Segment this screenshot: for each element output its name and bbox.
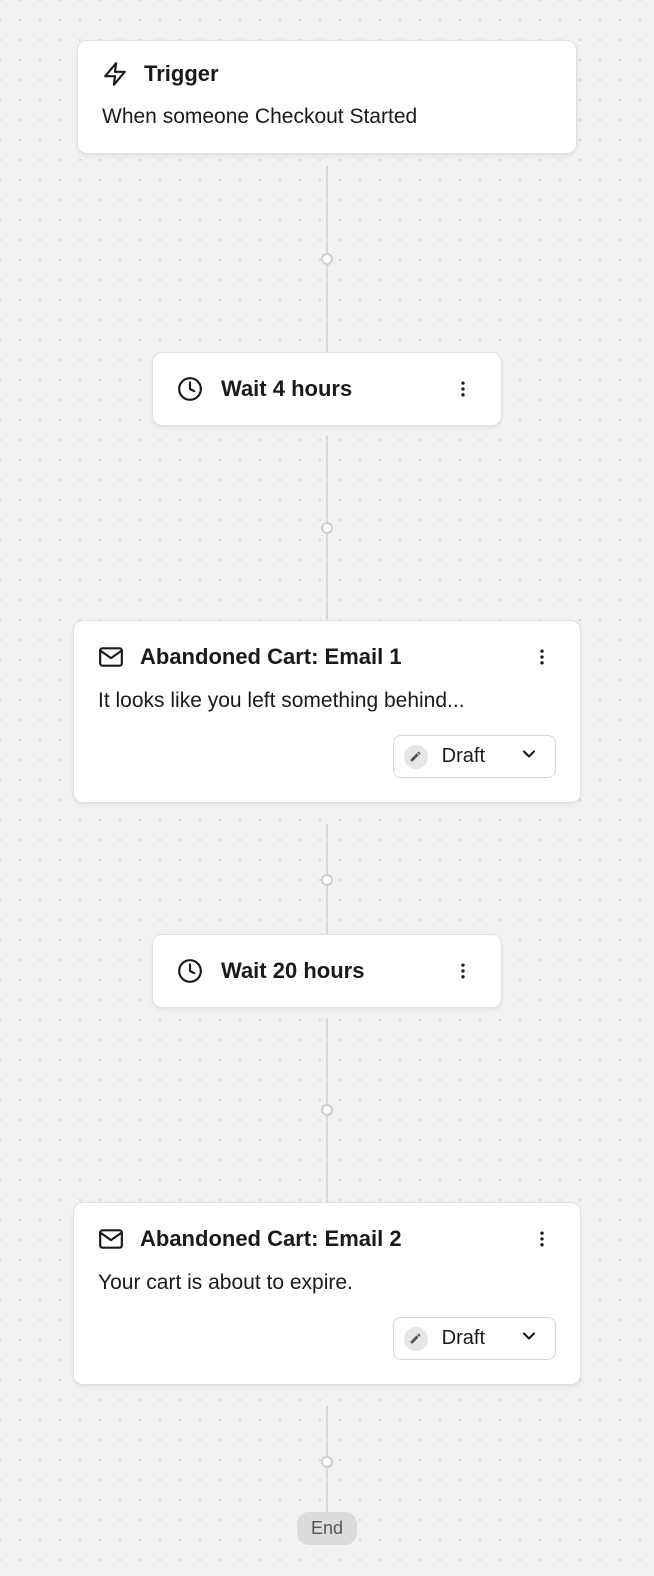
end-node: End — [297, 1512, 357, 1545]
trigger-description: When someone Checkout Started — [102, 105, 552, 129]
pencil-icon — [404, 745, 428, 769]
email-step[interactable]: Abandoned Cart: Email 1 It looks like yo… — [73, 620, 581, 803]
status-dropdown[interactable]: Draft — [393, 735, 556, 778]
status-label: Draft — [442, 745, 485, 768]
trigger-card[interactable]: Trigger When someone Checkout Started — [77, 40, 577, 154]
connector-dot — [321, 522, 333, 534]
more-menu-button[interactable] — [528, 1225, 556, 1253]
lightning-icon — [102, 61, 128, 87]
email-icon — [98, 1226, 124, 1252]
email-icon — [98, 644, 124, 670]
clock-icon — [177, 958, 203, 984]
wait-label: Wait 4 hours — [221, 376, 449, 402]
pencil-icon — [404, 1327, 428, 1351]
more-menu-button[interactable] — [449, 957, 477, 985]
wait-step[interactable]: Wait 4 hours — [152, 352, 502, 426]
more-menu-button[interactable] — [528, 643, 556, 671]
connector-dot — [321, 874, 333, 886]
email-title: Abandoned Cart: Email 1 — [140, 644, 512, 670]
email-step[interactable]: Abandoned Cart: Email 2 Your cart is abo… — [73, 1202, 581, 1385]
chevron-down-icon — [519, 744, 539, 769]
status-label: Draft — [442, 1327, 485, 1350]
status-dropdown[interactable]: Draft — [393, 1317, 556, 1360]
connector-dot — [321, 1104, 333, 1116]
wait-label: Wait 20 hours — [221, 958, 449, 984]
chevron-down-icon — [519, 1326, 539, 1351]
email-description: Your cart is about to expire. — [98, 1271, 556, 1295]
connector-dot — [321, 1456, 333, 1468]
email-description: It looks like you left something behind.… — [98, 689, 556, 713]
clock-icon — [177, 376, 203, 402]
trigger-title: Trigger — [144, 61, 219, 87]
connector-dot — [321, 253, 333, 265]
more-menu-button[interactable] — [449, 375, 477, 403]
email-title: Abandoned Cart: Email 2 — [140, 1226, 512, 1252]
wait-step[interactable]: Wait 20 hours — [152, 934, 502, 1008]
